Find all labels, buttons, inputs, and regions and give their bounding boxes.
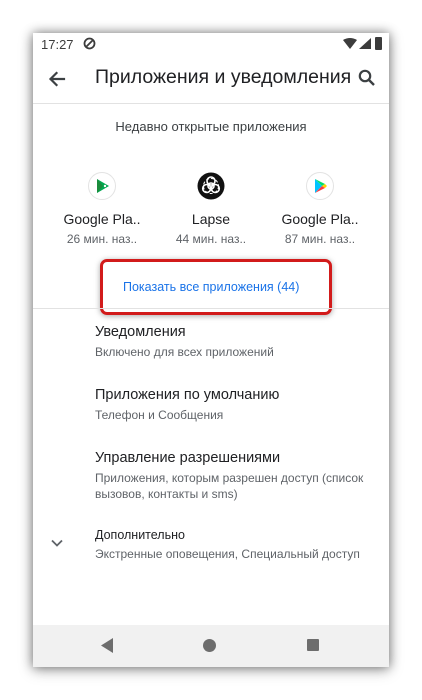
wifi-icon (343, 38, 357, 49)
app-name: Lapse (191, 211, 231, 227)
nav-recents-icon[interactable] (307, 639, 319, 651)
pref-summary: Экстренные оповещения, Специальный досту… (95, 547, 360, 561)
pref-title: Уведомления (95, 324, 186, 340)
pref-notifications[interactable]: Уведомления Включено для всех приложений (95, 324, 385, 360)
status-bar: 17:27 (33, 33, 389, 55)
app-name: Google Pla.. (63, 211, 141, 227)
recent-app-google-play-store[interactable]: Google Pla.. 87 мин. наз.. (270, 169, 370, 246)
pref-summary: Телефон и Сообщения (95, 408, 224, 422)
data-saver-icon (83, 37, 96, 50)
recent-app-google-play-games[interactable]: Google Pla.. 26 мин. наз.. (52, 169, 152, 246)
navigation-bar (33, 625, 389, 667)
app-last-used: 26 мин. наз.. (66, 232, 138, 246)
status-time: 17:27 (41, 37, 74, 52)
show-all-apps-label: Показать все приложения (44) (123, 280, 300, 294)
nav-home-icon[interactable] (203, 639, 216, 652)
pref-advanced[interactable]: Дополнительно Экстренные оповещения, Спе… (95, 528, 385, 562)
chevron-down-icon (51, 539, 63, 547)
app-bar: Приложения и уведомления (33, 55, 389, 103)
show-all-apps-button[interactable]: Показать все приложения (44) (100, 259, 332, 315)
lapse-biohazard-icon (197, 172, 225, 200)
pref-summary: Включено для всех приложений (95, 345, 274, 359)
app-name: Google Pla.. (281, 211, 359, 227)
pref-title: Дополнительно (95, 528, 185, 542)
pref-default-apps[interactable]: Приложения по умолчанию Телефон и Сообще… (95, 387, 385, 423)
nav-back-icon[interactable] (101, 638, 114, 653)
battery-icon (375, 37, 382, 50)
divider (33, 308, 389, 309)
pref-title: Управление разрешениями (95, 450, 281, 466)
search-icon[interactable] (357, 68, 377, 88)
divider (33, 103, 389, 104)
signal-icon (359, 38, 371, 49)
phone-screen: 17:27 Приложения и уведомления Недавно о… (33, 33, 389, 667)
google-play-games-icon (88, 172, 116, 200)
google-play-store-icon (306, 172, 334, 200)
pref-summary: Приложения, которым разрешен доступ (спи… (95, 471, 364, 501)
recent-app-lapse[interactable]: Lapse 44 мин. наз.. (161, 169, 261, 246)
pref-permission-manager[interactable]: Управление разрешениями Приложения, кото… (95, 450, 385, 502)
back-arrow-icon[interactable] (47, 69, 67, 89)
recent-apps-title: Недавно открытые приложения (115, 119, 307, 134)
app-last-used: 87 мин. наз.. (284, 232, 356, 246)
pref-title: Приложения по умолчанию (95, 387, 280, 403)
page-title: Приложения и уведомления (95, 66, 352, 88)
app-last-used: 44 мин. наз.. (175, 232, 247, 246)
